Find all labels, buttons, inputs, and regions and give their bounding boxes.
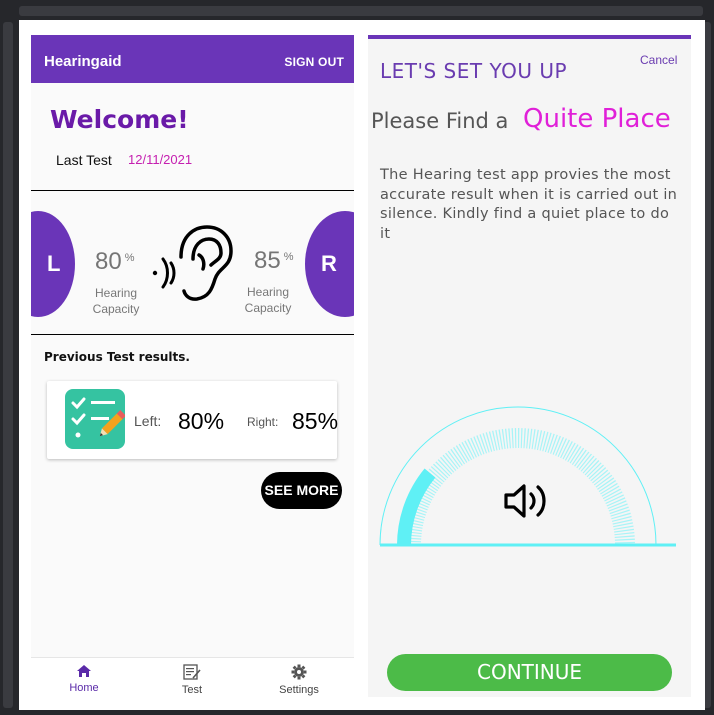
bottom-navigation: Home Test Settings	[31, 657, 354, 697]
right-ear-badge: R	[305, 211, 354, 317]
test-icon	[183, 664, 201, 680]
result-card[interactable]: Left: 80% Right: 85%	[47, 381, 339, 459]
app-title: Hearingaid	[44, 53, 122, 70]
ear-icon	[152, 225, 233, 301]
last-test-label: Last Test	[56, 152, 112, 168]
left-hearing-percent: 80%	[95, 248, 135, 275]
top-accent-bar	[368, 35, 691, 39]
cancel-button[interactable]: Cancel	[640, 53, 677, 67]
right-result-label: Right:	[247, 415, 279, 429]
description-text: The Hearing test app provies the most ac…	[380, 167, 678, 242]
previous-results-title: Previous Test results.	[44, 350, 190, 364]
app-bar: Hearingaid SIGN OUT	[31, 35, 354, 83]
nav-home[interactable]: Home	[44, 664, 124, 694]
sign-out-button[interactable]: SIGN OUT	[284, 55, 344, 69]
left-result-label: Left:	[134, 413, 162, 429]
left-hearing-caption: Hearing Capacity	[92, 286, 140, 316]
right-hearing-percent: 85%	[254, 247, 294, 274]
setup-title: LET'S SET YOU UP	[380, 59, 568, 83]
gear-icon	[291, 664, 307, 680]
left-ear-letter: L	[47, 251, 61, 276]
divider	[31, 334, 354, 335]
divider	[31, 190, 354, 191]
continue-button[interactable]: CONTINUE	[387, 654, 672, 691]
right-hearing-caption: Hearing Capacity	[244, 285, 292, 315]
last-test-date: 12/11/2021	[128, 152, 193, 167]
checklist-icon	[65, 389, 126, 449]
noise-level-gauge	[379, 406, 676, 547]
nav-test[interactable]: Test	[152, 664, 232, 696]
left-result-value: 80%	[178, 408, 225, 434]
window-top-bar	[19, 6, 703, 16]
prompt-prefix: Please Find a	[371, 109, 509, 133]
setup-screen: LET'S SET YOU UP Cancel Please Find a Qu…	[368, 35, 691, 697]
nav-settings-label: Settings	[279, 684, 319, 696]
welcome-heading: Welcome!	[50, 105, 189, 134]
window-left-bar	[3, 22, 13, 708]
home-screen: Hearingaid SIGN OUT Welcome! Last Test 1…	[31, 35, 354, 697]
left-ear-badge: L	[31, 211, 75, 317]
speaker-icon	[504, 484, 546, 518]
nav-settings[interactable]: Settings	[259, 664, 339, 696]
right-ear-letter: R	[321, 251, 337, 276]
right-result-value: 85%	[292, 408, 339, 434]
nav-home-label: Home	[69, 682, 99, 694]
prompt-highlight: Quite Place	[523, 104, 671, 134]
home-icon	[77, 665, 91, 677]
see-more-button[interactable]: SEE MORE	[261, 472, 342, 509]
nav-test-label: Test	[181, 684, 203, 696]
